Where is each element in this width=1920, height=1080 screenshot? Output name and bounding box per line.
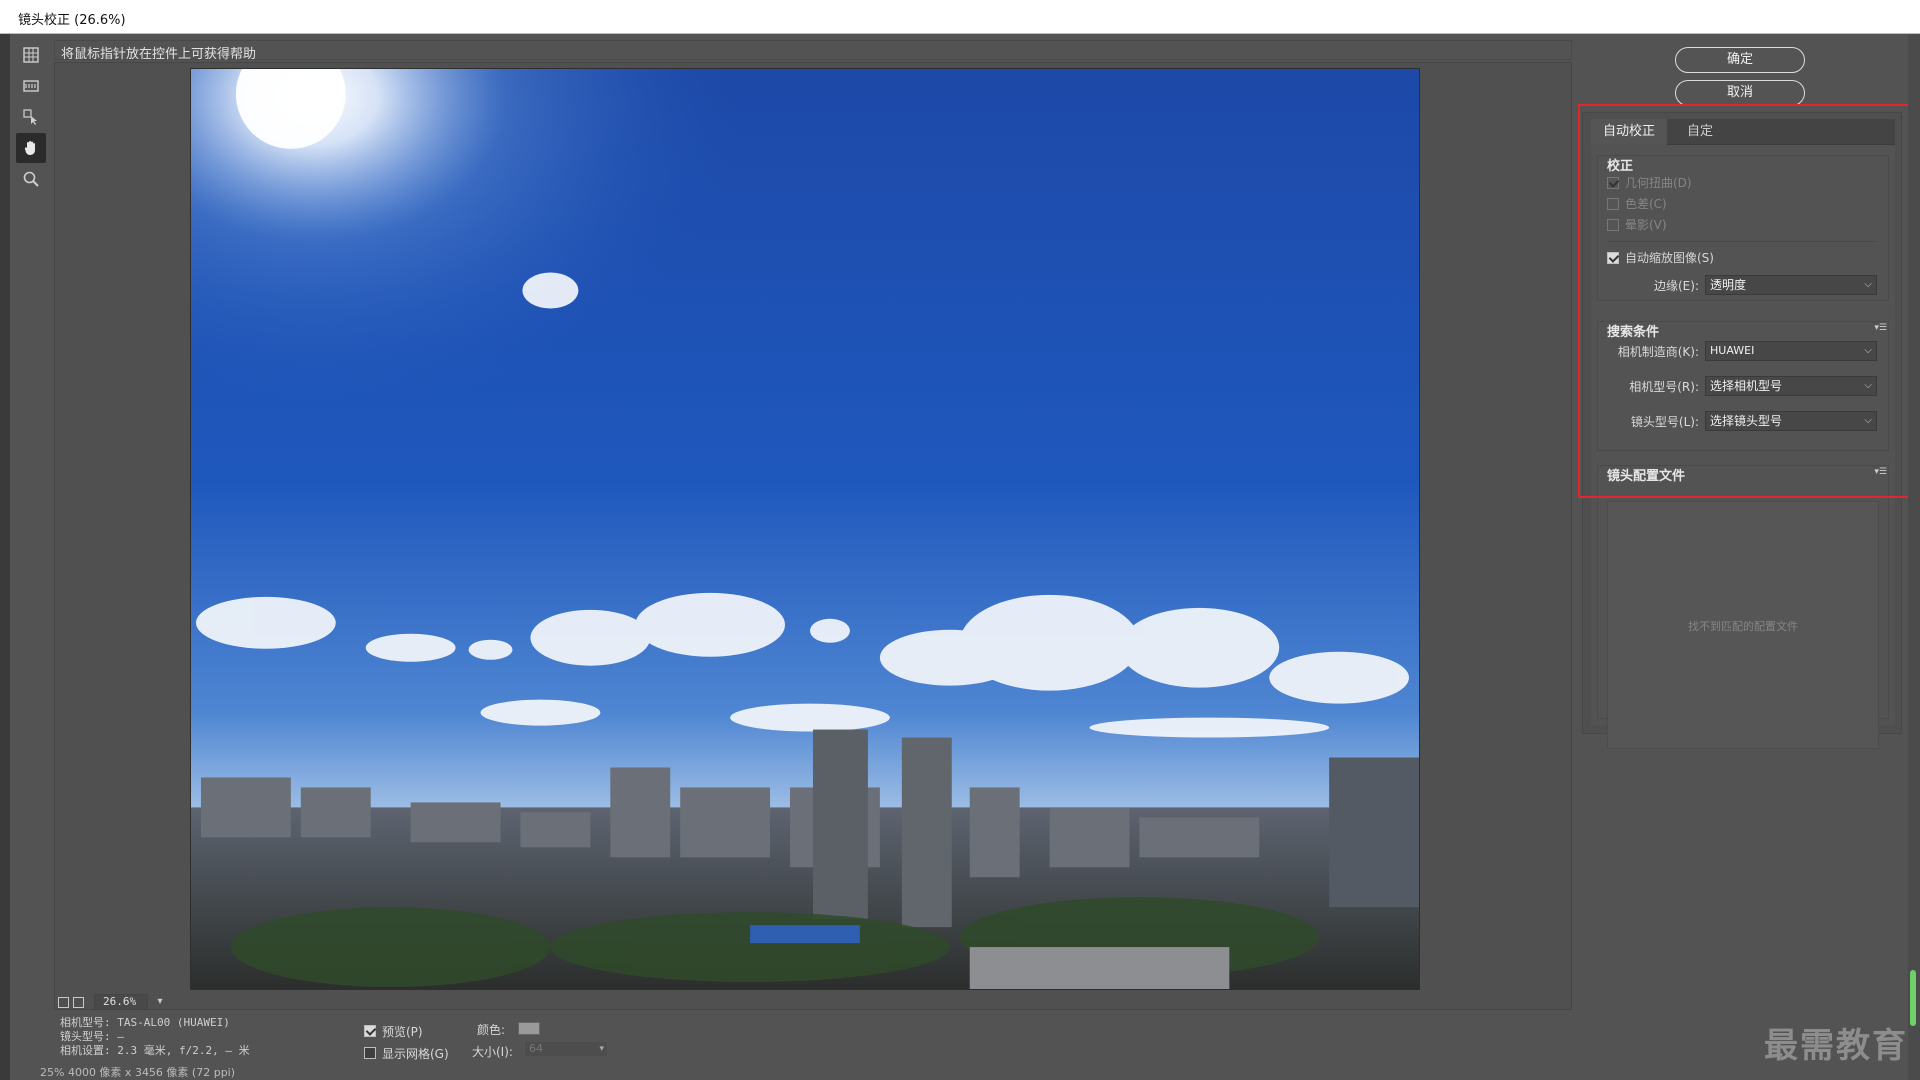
camera-maker-value: HUAWEI	[1710, 344, 1755, 357]
divider	[1607, 241, 1877, 242]
tab-bar: 自动校正 自定	[1591, 119, 1895, 145]
chevron-down-icon[interactable]: ▾	[152, 994, 168, 1010]
geometric-distortion-checkbox[interactable]	[1607, 176, 1619, 189]
zoom-tool[interactable]	[16, 164, 46, 194]
geometric-distortion-option[interactable]: 几何扭曲(D)	[1607, 174, 1692, 191]
camera-info: 相机型号: TAS-AL00 (HUAWEI) 镜头型号: — 相机设置: 2.…	[60, 1016, 250, 1058]
help-bar: 将鼠标指针放在控件上可获得帮助	[54, 40, 1572, 62]
preview-label: 预览(P)	[382, 1024, 423, 1039]
vignette-option[interactable]: 晕影(V)	[1607, 216, 1667, 233]
chevron-down-icon: ▾	[599, 1044, 604, 1054]
vignette-label: 晕影(V)	[1625, 218, 1667, 232]
camera-model-text: 相机型号: TAS-AL00 (HUAWEI)	[60, 1016, 230, 1029]
geometric-distortion-label: 几何扭曲(D)	[1625, 176, 1692, 190]
vignette-checkbox[interactable]	[1607, 218, 1619, 231]
camera-settings-text: 相机设置: 2.3 毫米, f/2.2, — 米	[60, 1044, 250, 1057]
scrollbar-thumb[interactable]	[1910, 970, 1916, 1026]
zoom-icon	[23, 171, 39, 187]
title-bar: 镜头校正 (26.6%)	[0, 0, 1920, 34]
chromatic-aberration-option[interactable]: 色差(C)	[1607, 195, 1667, 212]
grid-size-value: 64	[529, 1042, 543, 1055]
lens-model-label: 镜头型号(L):	[1630, 415, 1699, 429]
chevron-down-icon: ⌵	[1864, 380, 1872, 391]
camera-model-label: 相机型号(R):	[1629, 380, 1699, 394]
camera-model-select[interactable]: 选择相机型号 ⌵	[1705, 376, 1877, 396]
lens-model-value: 选择镜头型号	[1710, 414, 1783, 428]
auto-scale-label: 自动缩放图像(S)	[1625, 251, 1714, 265]
chromatic-aberration-label: 色差(C)	[1625, 197, 1667, 211]
menu-icon[interactable]: ▾☰	[1874, 323, 1887, 333]
zoom-out-button[interactable]	[58, 996, 69, 1008]
move-grid-icon	[23, 109, 37, 125]
auto-scale-checkbox[interactable]	[1607, 251, 1619, 264]
lens-profile-list[interactable]: 找不到匹配的配置文件	[1607, 501, 1879, 749]
straighten-icon	[23, 80, 39, 92]
preview-checkbox[interactable]	[364, 1025, 376, 1037]
show-grid-option[interactable]: 显示网格(G)	[364, 1042, 449, 1064]
grid-size-select[interactable]: 64 ▾	[524, 1041, 608, 1057]
chevron-down-icon: ⌵	[1864, 345, 1872, 356]
zoom-value[interactable]: 26.6%	[94, 994, 148, 1010]
chevron-down-icon: ⌵	[1864, 279, 1872, 290]
tab-custom[interactable]: 自定	[1675, 119, 1725, 145]
preview-options: 预览(P) 显示网格(G)	[364, 1020, 449, 1064]
help-text: 将鼠标指针放在控件上可获得帮助	[61, 47, 257, 62]
watermark: 最需教育	[1764, 1026, 1908, 1066]
ok-button[interactable]: 确定	[1675, 47, 1805, 73]
camera-maker-label: 相机制造商(K):	[1617, 345, 1699, 359]
camera-maker-select[interactable]: HUAWEI ⌵	[1705, 341, 1877, 361]
straighten-tool[interactable]	[16, 71, 46, 101]
camera-model-value: 选择相机型号	[1710, 379, 1783, 393]
tab-auto-correction[interactable]: 自动校正	[1591, 119, 1668, 145]
edge-label: 边缘(E):	[1654, 279, 1699, 293]
status-bar: 25% 4000 像素 x 3456 像素 (72 ppi)	[40, 1064, 1600, 1080]
show-grid-label: 显示网格(G)	[382, 1046, 449, 1061]
search-criteria-title: 搜索条件	[1607, 325, 1660, 340]
preview-image[interactable]	[190, 68, 1420, 990]
chevron-down-icon: ⌵	[1864, 415, 1872, 426]
tool-palette	[16, 40, 50, 187]
settings-panel: 自动校正 自定 校正 几何扭曲(D) 色差(C) 晕影(V) 自动缩放图像(S)…	[1582, 112, 1902, 749]
zoom-in-button[interactable]	[73, 996, 84, 1008]
menu-icon[interactable]: ▾☰	[1874, 467, 1887, 477]
correction-title: 校正	[1607, 159, 1634, 174]
lens-model-text: 镜头型号: —	[60, 1030, 124, 1043]
auto-scale-option[interactable]: 自动缩放图像(S)	[1607, 249, 1714, 266]
remove-distortion-tool[interactable]	[16, 40, 46, 70]
show-grid-checkbox[interactable]	[364, 1047, 376, 1059]
lens-profiles-title: 镜头配置文件	[1607, 469, 1686, 484]
lens-model-select[interactable]: 选择镜头型号 ⌵	[1705, 411, 1877, 431]
auto-correction-body: 校正 几何扭曲(D) 色差(C) 晕影(V) 自动缩放图像(S) 边缘(E): …	[1591, 145, 1895, 749]
hand-tool[interactable]	[16, 133, 46, 163]
city-sky-photo	[191, 69, 1419, 989]
status-text: 25% 4000 像素 x 3456 像素 (72 ppi)	[40, 1066, 236, 1079]
chromatic-aberration-checkbox[interactable]	[1607, 197, 1619, 210]
move-grid-tool[interactable]	[16, 102, 46, 132]
no-profile-text: 找不到匹配的配置文件	[1688, 620, 1798, 633]
zoom-control: 26.6% ▾	[58, 993, 168, 1011]
hand-icon	[24, 141, 35, 155]
preview-option[interactable]: 预览(P)	[364, 1020, 449, 1042]
edge-select[interactable]: 透明度 ⌵	[1705, 275, 1877, 295]
cancel-button[interactable]: 取消	[1675, 80, 1805, 106]
grid-color-label: 颜色:	[477, 1023, 506, 1037]
grid-size-label: 大小(I):	[472, 1045, 513, 1059]
window-title: 镜头校正 (26.6%)	[18, 13, 126, 28]
right-edge	[1908, 34, 1920, 1080]
edge-value: 透明度	[1710, 278, 1747, 292]
left-edge	[0, 34, 10, 1080]
remove-distortion-icon	[23, 47, 39, 63]
grid-color-swatch[interactable]	[518, 1022, 540, 1035]
